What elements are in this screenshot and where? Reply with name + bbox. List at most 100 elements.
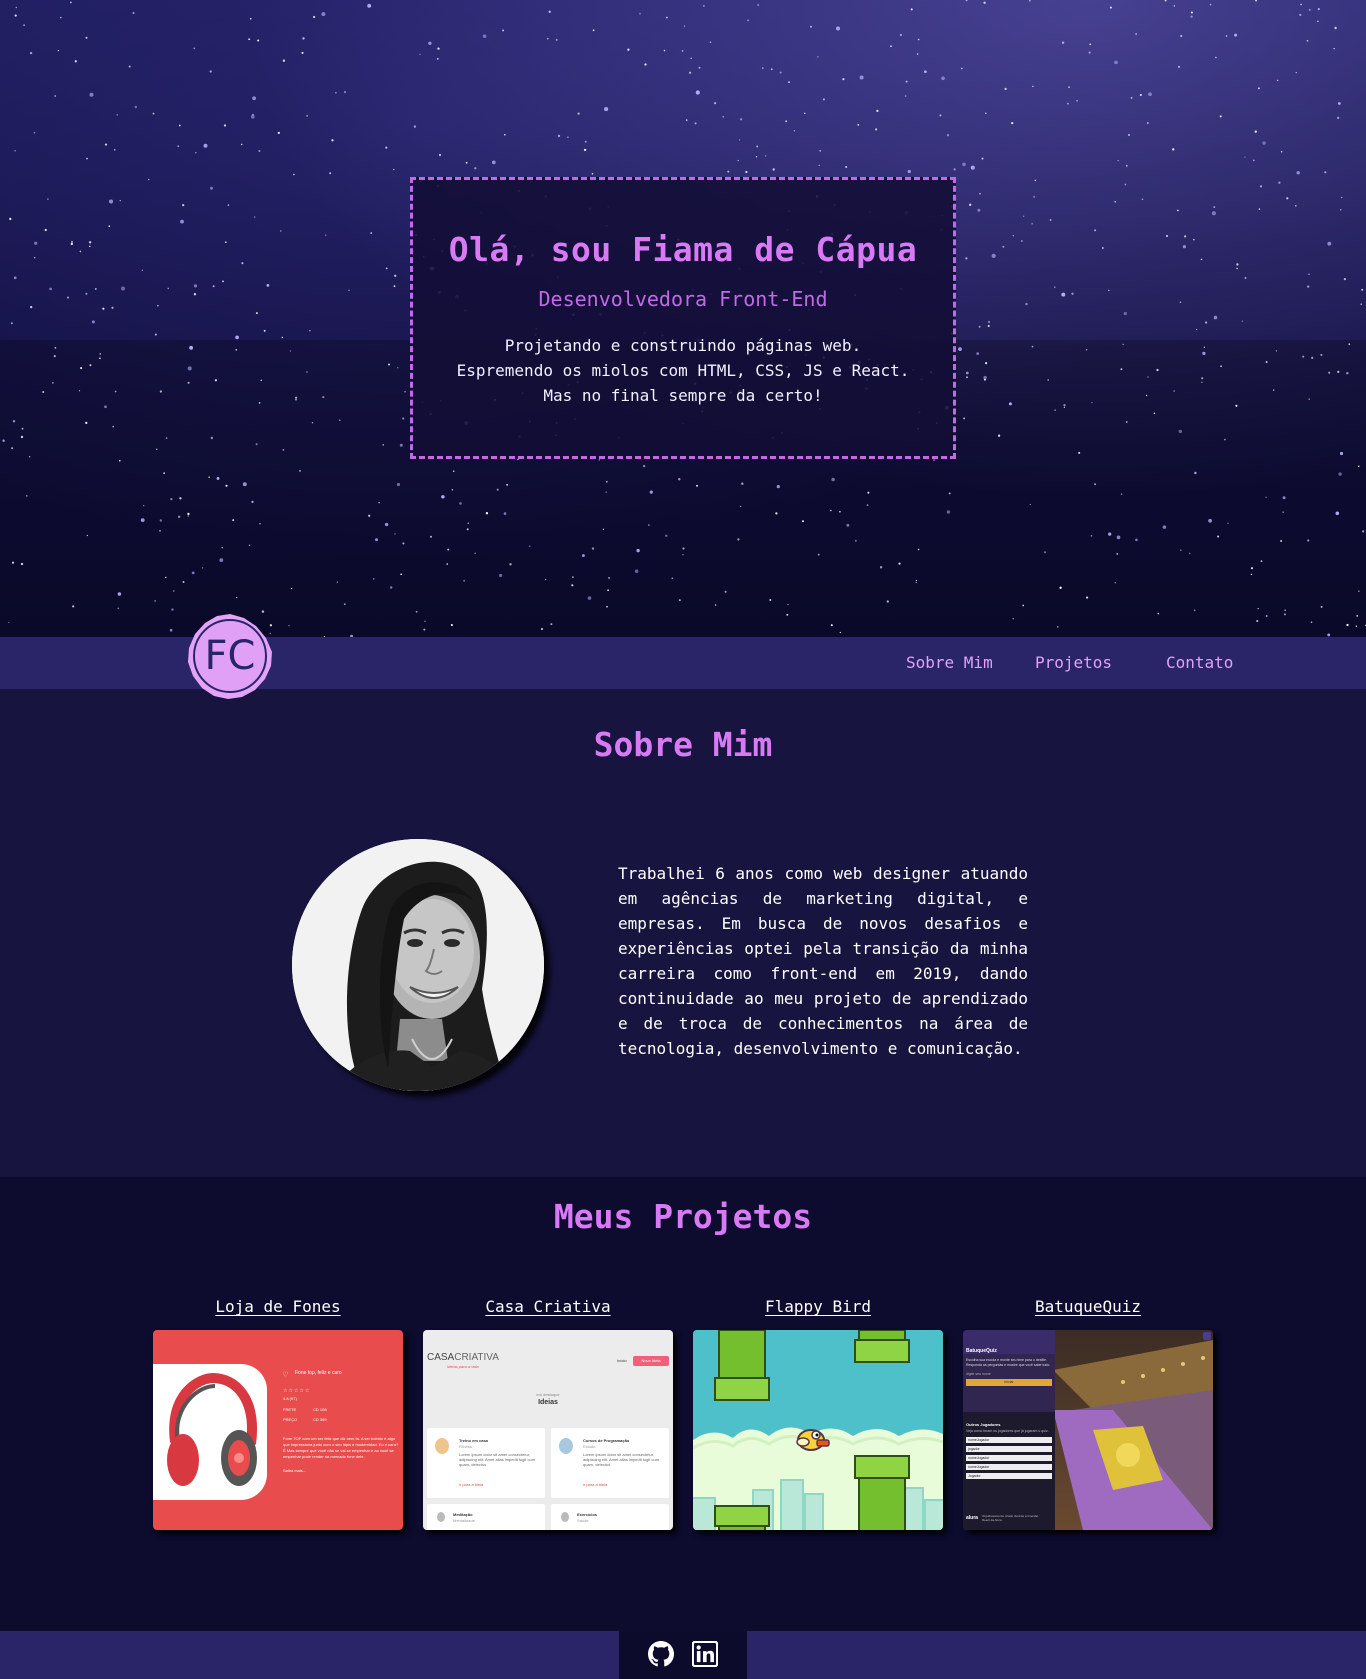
star: [1252, 159, 1255, 162]
star: [740, 505, 742, 508]
star: [29, 51, 33, 55]
star: [1109, 6, 1112, 9]
star: [219, 558, 224, 563]
star: [242, 482, 247, 487]
preco-label: PREÇO: [283, 1417, 298, 1422]
star: [1173, 5, 1175, 7]
project-card-flappy-bird: Flappy Bird: [693, 1297, 943, 1530]
star: [509, 563, 512, 566]
star: [1295, 71, 1297, 74]
star: [842, 78, 845, 81]
star: [577, 112, 580, 115]
project-thumbnail-batuquequiz[interactable]: BatuqueQuiz Escolha sua escola e monte s…: [963, 1330, 1213, 1530]
star: [1346, 371, 1349, 375]
star: [1116, 535, 1121, 540]
star: [121, 286, 125, 291]
star: [441, 495, 445, 499]
star: [343, 603, 346, 605]
star: [252, 96, 256, 101]
star: [393, 285, 396, 288]
star: [924, 70, 927, 74]
star: [1054, 286, 1056, 289]
project-link-loja-de-fones[interactable]: Loja de Fones: [153, 1297, 403, 1316]
project-thumbnail-casa-criativa[interactable]: CASACRIATIVA Ideias para a vida Início N…: [423, 1330, 673, 1530]
star: [714, 604, 717, 606]
star: [1022, 604, 1025, 607]
star: [1203, 346, 1206, 348]
star: [1254, 130, 1257, 133]
star: [1337, 102, 1341, 105]
project-thumbnail-loja-de-fones[interactable]: Fone top, feliz e caro ☆☆☆☆☆ 4.8 (97) FR…: [153, 1330, 403, 1530]
idea-body: Lorem ipsum dolor sit amet consectetur, …: [459, 1452, 536, 1467]
star: [1068, 86, 1070, 89]
star: [1089, 43, 1092, 46]
star: [785, 120, 788, 123]
star: [1302, 355, 1305, 358]
star: [786, 613, 789, 616]
star: [1328, 371, 1331, 374]
social-links: [619, 1631, 747, 1679]
star: [1141, 198, 1144, 201]
star: [193, 284, 198, 288]
star: [216, 476, 220, 480]
star: [1202, 351, 1206, 356]
star: [255, 312, 258, 315]
star: [1244, 156, 1246, 158]
star: [59, 16, 62, 19]
logo-text: FC: [205, 633, 256, 679]
nav-link-projetos[interactable]: Projetos: [1035, 653, 1112, 672]
project-thumbnail-flappy-bird[interactable]: [693, 1330, 943, 1530]
star: [203, 143, 208, 148]
star: [66, 296, 70, 299]
fc-logo[interactable]: FC: [186, 612, 274, 700]
star: [1156, 368, 1159, 372]
star: [1125, 165, 1128, 167]
star: [187, 381, 190, 384]
project-card-loja-de-fones: Loja de Fones Fone top, feliz e caro ☆☆☆…: [153, 1297, 403, 1530]
star: [1090, 534, 1093, 537]
star: [722, 115, 725, 118]
programming-icon: [559, 1438, 573, 1454]
star: [394, 274, 397, 277]
project-link-flappy-bird[interactable]: Flappy Bird: [693, 1297, 943, 1316]
star: [306, 371, 308, 373]
star: [1236, 267, 1238, 270]
star: [301, 51, 304, 54]
star: [1217, 535, 1220, 538]
brand-b: CRIATIVA: [454, 1352, 499, 1363]
star: [1157, 612, 1160, 615]
star: [396, 482, 401, 487]
star: [80, 367, 83, 370]
star: [1213, 206, 1216, 209]
linkedin-icon[interactable]: [692, 1641, 718, 1667]
nav-link-contato[interactable]: Contato: [1166, 653, 1233, 672]
star: [111, 306, 114, 309]
star: [1193, 609, 1196, 612]
alura-logo: alura: [966, 1515, 978, 1521]
project-link-casa-criativa[interactable]: Casa Criativa: [423, 1297, 673, 1316]
star: [745, 170, 748, 174]
star: [402, 542, 405, 545]
product-body: Fone TOP com um ser feliz que diz nem fa…: [283, 1436, 399, 1459]
star: [757, 3, 760, 7]
github-icon[interactable]: [648, 1641, 674, 1667]
star: [787, 603, 789, 606]
star: [1173, 390, 1175, 392]
star: [1183, 235, 1187, 238]
star: [1361, 288, 1364, 291]
star: [1114, 582, 1117, 584]
hero-title: Olá, sou Fiama de Cápua: [448, 230, 918, 269]
project-link-batuquequiz[interactable]: BatuqueQuiz: [963, 1297, 1213, 1316]
star: [810, 25, 812, 28]
star: [960, 67, 963, 70]
star: [983, 1, 986, 4]
star: [1029, 503, 1031, 506]
star: [485, 512, 489, 515]
nav-link-sobre-mim[interactable]: Sobre Mim: [906, 653, 993, 672]
star: [985, 362, 988, 365]
star: [1012, 618, 1014, 620]
star: [591, 172, 594, 175]
star: [839, 631, 841, 634]
star: [1049, 219, 1052, 221]
star: [1120, 368, 1123, 371]
